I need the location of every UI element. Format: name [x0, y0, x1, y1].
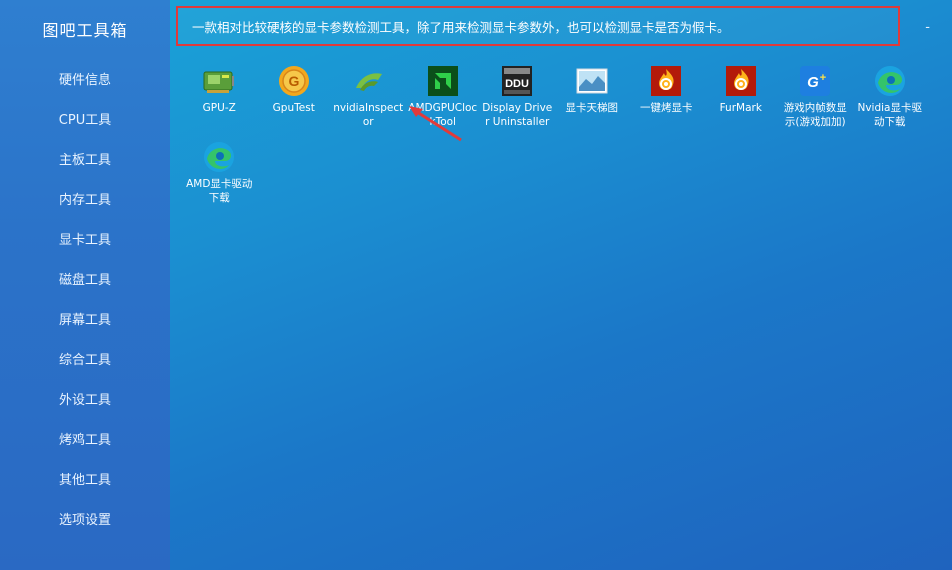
svg-text:G: G: [807, 74, 819, 91]
tool-amd-driver-download[interactable]: AMD显卡驱动下载: [182, 136, 257, 212]
sidebar-item-disk-tools[interactable]: 磁盘工具: [0, 258, 170, 298]
tool-label: GPU-Z: [202, 102, 236, 114]
sidebar-item-motherboard-tools[interactable]: 主板工具: [0, 138, 170, 178]
sidebar-nav: 硬件信息 CPU工具 主板工具 内存工具 显卡工具 磁盘工具 屏幕工具 综合工具…: [0, 58, 170, 538]
tool-label: nvidiaInspector: [333, 102, 404, 128]
sidebar-item-hardware-info[interactable]: 硬件信息: [0, 58, 170, 98]
nvidia-claw-icon: [351, 64, 385, 98]
sidebar-item-stress-tools[interactable]: 烤鸡工具: [0, 418, 170, 458]
tool-label: 显卡天梯图: [565, 102, 619, 114]
tool-gpu-ladder-chart[interactable]: 显卡天梯图: [555, 60, 630, 136]
tool-furmark[interactable]: FurMark: [704, 60, 779, 136]
app-window: 图吧工具箱 硬件信息 CPU工具 主板工具 内存工具 显卡工具 磁盘工具 屏幕工…: [0, 0, 952, 570]
edge-browser-icon: [202, 140, 236, 174]
tool-label: GpuTest: [272, 102, 315, 114]
sidebar-item-settings[interactable]: 选项设置: [0, 498, 170, 538]
tool-label: Display Driver Uninstaller: [482, 102, 553, 128]
tool-display-driver-uninstaller[interactable]: DDU Display Driver Uninstaller: [480, 60, 555, 136]
svg-text:+: +: [820, 72, 826, 84]
tool-label: Nvidia显卡驱动下载: [857, 102, 922, 128]
furmark-flame-icon: [724, 64, 758, 98]
tool-grid: GPU-Z G GpuTest nvidiaInspector AMDGPUCl…: [182, 60, 952, 212]
tool-nvidia-driver-download[interactable]: Nvidia显卡驱动下载: [853, 60, 928, 136]
tool-nvidia-inspector[interactable]: nvidiaInspector: [331, 60, 406, 136]
minimize-button[interactable]: -: [925, 20, 930, 35]
sidebar-item-gpu-tools[interactable]: 显卡工具: [0, 218, 170, 258]
svg-text:DDU: DDU: [505, 78, 529, 90]
tool-description: 一款相对比较硬核的显卡参数检测工具，除了用来检测显卡参数外，也可以检测显卡是否为…: [176, 6, 900, 46]
edge-browser-icon: [873, 64, 907, 98]
tool-gpu-z[interactable]: GPU-Z: [182, 60, 257, 136]
sidebar-item-other-tools[interactable]: 其他工具: [0, 458, 170, 498]
tool-label: AMD显卡驱动下载: [186, 178, 253, 204]
sidebar-item-memory-tools[interactable]: 内存工具: [0, 178, 170, 218]
tool-one-click-gpu-burn[interactable]: 一键烤显卡: [629, 60, 704, 136]
gear-sun-icon: G: [277, 64, 311, 98]
tool-label: FurMark: [719, 102, 762, 114]
furmark-flame-icon: [649, 64, 683, 98]
main-content: 一款相对比较硬核的显卡参数检测工具，除了用来检测显卡参数外，也可以检测显卡是否为…: [170, 0, 952, 570]
sidebar-item-screen-tools[interactable]: 屏幕工具: [0, 298, 170, 338]
tool-gputest[interactable]: G GpuTest: [257, 60, 332, 136]
tool-ingame-fps-display[interactable]: G + 游戏内帧数显示(游戏加加): [778, 60, 853, 136]
description-bar: 一款相对比较硬核的显卡参数检测工具，除了用来检测显卡参数外，也可以检测显卡是否为…: [170, 0, 952, 60]
svg-text:G: G: [288, 73, 299, 89]
sidebar-item-general-tools[interactable]: 综合工具: [0, 338, 170, 378]
annotation-arrow-icon: [409, 106, 462, 142]
tool-label: 一键烤显卡: [640, 102, 693, 114]
ladder-chart-icon: [575, 64, 609, 98]
tool-label: 游戏内帧数显示(游戏加加): [783, 102, 847, 128]
sidebar-item-peripheral-tools[interactable]: 外设工具: [0, 378, 170, 418]
app-title: 图吧工具箱: [42, 21, 128, 40]
sidebar: 图吧工具箱 硬件信息 CPU工具 主板工具 内存工具 显卡工具 磁盘工具 屏幕工…: [0, 0, 170, 570]
sidebar-item-cpu-tools[interactable]: CPU工具: [0, 98, 170, 138]
game-plus-icon: G +: [798, 64, 832, 98]
amd-logo-icon: [426, 64, 460, 98]
gpu-z-card-icon: [202, 64, 236, 98]
ddu-icon: DDU: [500, 64, 534, 98]
